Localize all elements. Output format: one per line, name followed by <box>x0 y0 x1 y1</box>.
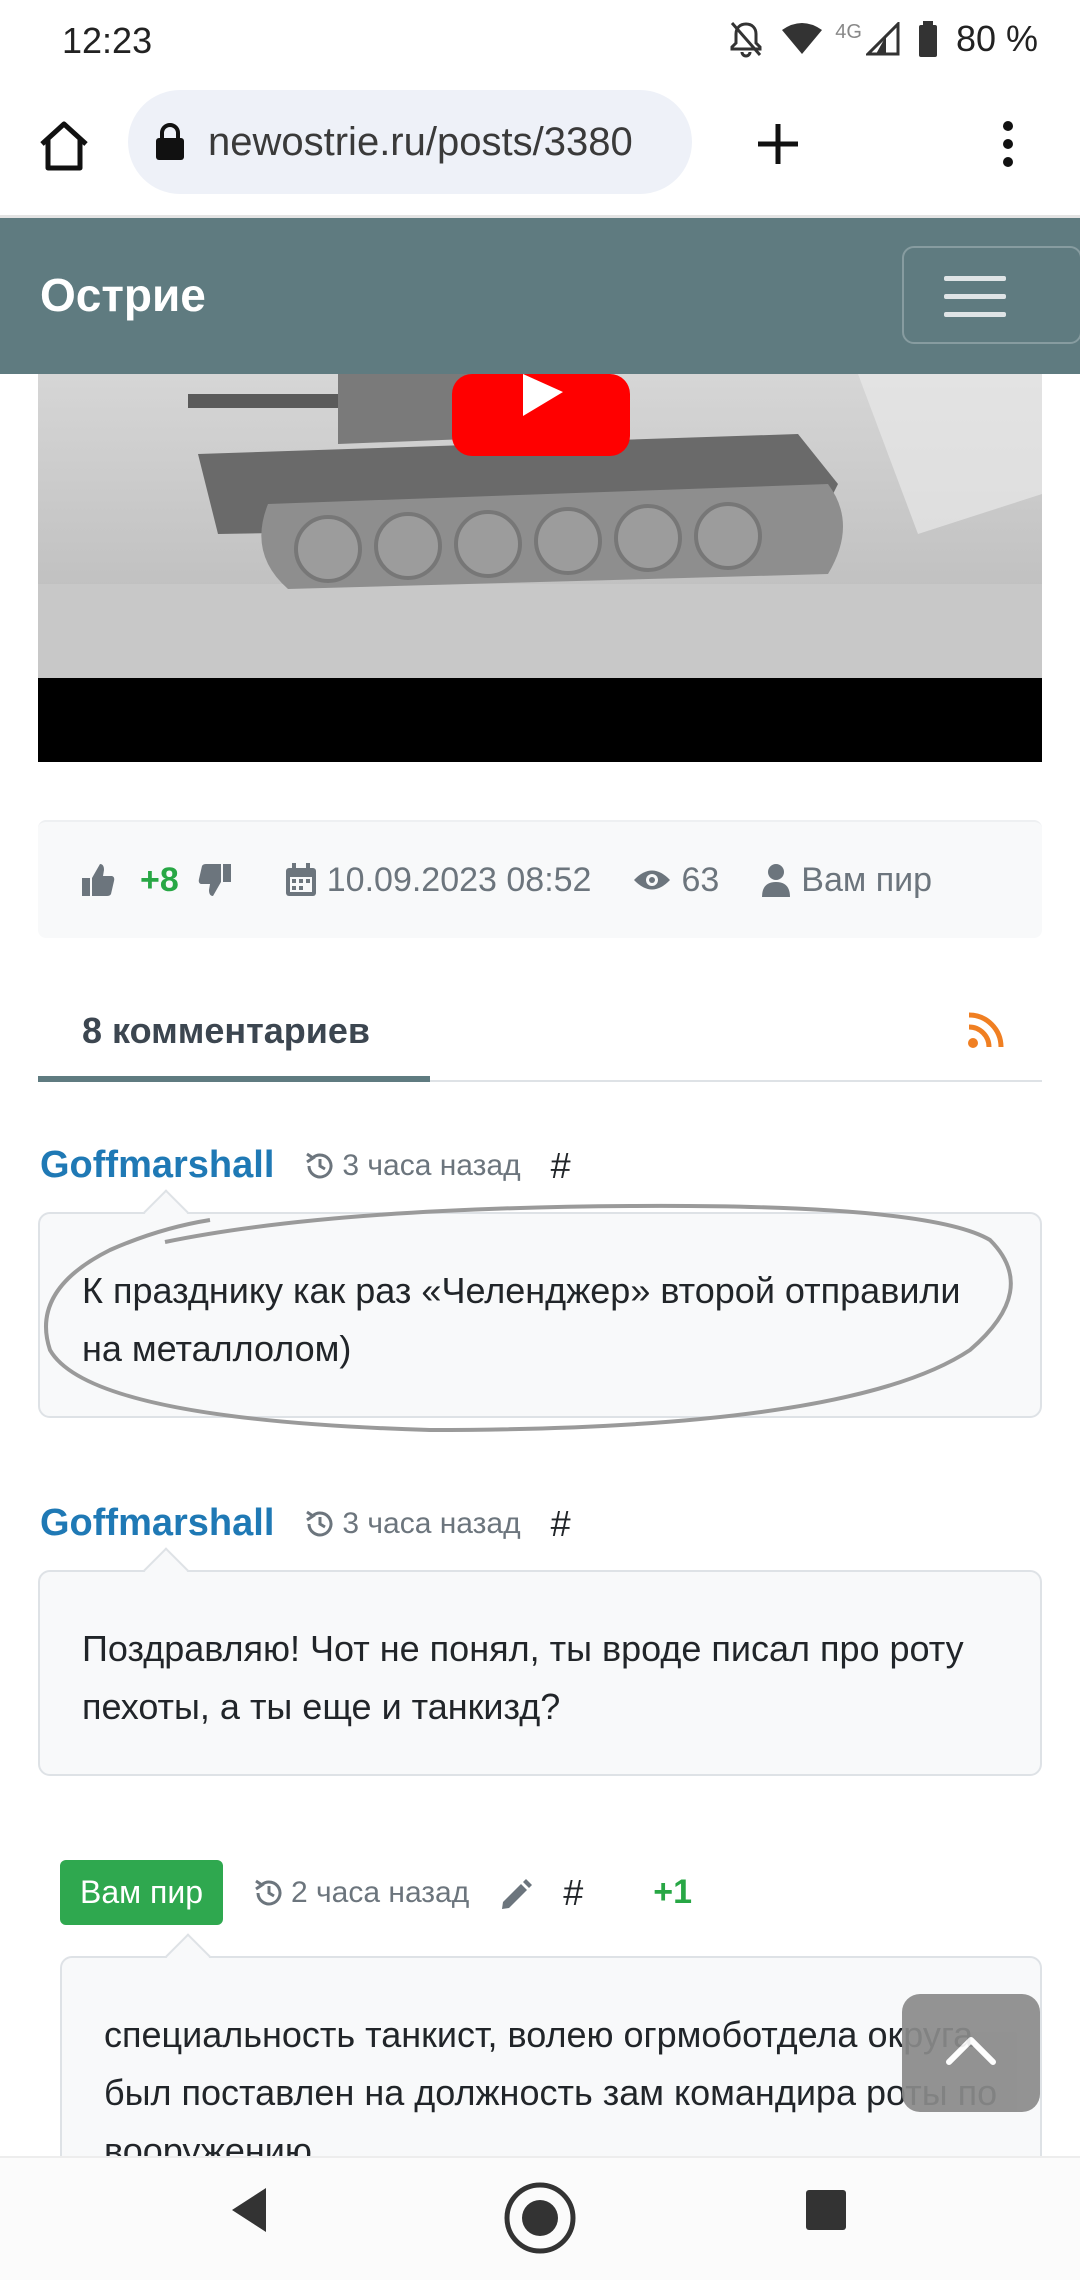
history-icon <box>306 1152 333 1178</box>
battery-level: 80 % <box>955 18 1038 59</box>
recents-icon[interactable] <box>804 2188 848 2232</box>
lock-icon <box>156 123 184 160</box>
views-block: 63 <box>633 861 719 900</box>
home-icon[interactable] <box>34 116 94 176</box>
site-navbar: Острие <box>0 218 1080 374</box>
date-block: 10.09.2023 08:52 <box>285 860 592 900</box>
comment-time: 3 часа назад <box>304 1149 521 1183</box>
history-icon <box>255 1879 282 1905</box>
comment-author-badge[interactable]: Вам пир <box>60 1860 224 1925</box>
calendar-icon <box>285 863 316 896</box>
comment-text: К празднику как раз «Челенджер» второй о… <box>82 1270 961 1369</box>
comment-header: Goffmarshall 3 часа назад # <box>40 1144 641 1187</box>
rating-block: +8 <box>80 861 243 900</box>
scroll-to-top-button[interactable] <box>902 1994 1040 2112</box>
comment-time: 2 часа назад <box>253 1876 469 1910</box>
video-player[interactable] <box>38 374 1042 762</box>
system-navigation-bar <box>0 2156 1080 2280</box>
notifications-off-icon <box>730 22 762 58</box>
network-type: 4G <box>835 20 862 43</box>
pencil-icon[interactable] <box>499 1876 533 1910</box>
comment-author[interactable]: Goffmarshall <box>40 1144 274 1187</box>
rating-score: +8 <box>140 860 179 899</box>
user-icon <box>762 864 791 897</box>
thumbs-down-icon[interactable] <box>197 862 233 898</box>
chevron-up-icon <box>946 2037 996 2065</box>
comment-permalink[interactable]: # <box>563 1872 583 1914</box>
comments-tabs: 8 комментариев <box>38 990 1042 1082</box>
comment-text: специальность танкист, волею огрмоботдел… <box>104 2014 998 2171</box>
comment-header: Goffmarshall 3 часа назад # <box>40 1502 641 1545</box>
tab-comments[interactable]: 8 комментариев <box>38 990 430 1082</box>
video-thumbnail <box>38 374 1042 678</box>
comment-author[interactable]: Goffmarshall <box>40 1502 274 1545</box>
comment-permalink[interactable]: # <box>551 1145 571 1187</box>
comment-body: Поздравляю! Чот не понял, ты вроде писал… <box>38 1570 1042 1776</box>
address-bar[interactable]: newostrie.ru/posts/3380 <box>128 90 692 194</box>
navbar-toggle-button[interactable] <box>902 246 1080 344</box>
thumbs-up-icon[interactable] <box>80 862 116 898</box>
status-bar: 12:23 4G 80 % <box>0 0 1080 84</box>
eye-icon <box>634 870 671 890</box>
battery-icon <box>918 21 937 57</box>
status-icons: 4G 80 % <box>729 18 1038 60</box>
history-icon <box>306 1510 333 1536</box>
comment-time: 3 часа назад <box>304 1507 521 1541</box>
comment-body: К празднику как раз «Челенджер» второй о… <box>38 1212 1042 1418</box>
author-block: Вам пир <box>761 861 932 900</box>
comment-text: Поздравляю! Чот не понял, ты вроде писал… <box>82 1628 964 1727</box>
rss-icon[interactable] <box>966 1010 1006 1050</box>
wifi-icon <box>782 23 823 54</box>
more-menu-icon[interactable] <box>988 114 1028 174</box>
tab-comments-label: 8 комментариев <box>82 1010 371 1051</box>
post-meta: +8 10.09.2023 08:52 63 Вам пир <box>38 820 1042 938</box>
new-tab-icon[interactable] <box>748 114 808 174</box>
site-brand[interactable]: Острие <box>40 268 206 322</box>
home-circle-icon[interactable] <box>502 2180 578 2256</box>
comment-header: Вам пир 2 часа назад # +1 <box>60 1860 692 1925</box>
post-author[interactable]: Вам пир <box>801 861 932 900</box>
comment-permalink[interactable]: # <box>551 1503 571 1545</box>
back-icon[interactable] <box>226 2184 270 2236</box>
post-date: 10.09.2023 08:52 <box>326 860 592 899</box>
signal-icon <box>865 22 900 56</box>
url-text[interactable]: newostrie.ru/posts/3380 <box>208 120 633 165</box>
views-count: 63 <box>681 860 720 899</box>
status-time: 12:23 <box>62 20 153 61</box>
comment-score: +1 <box>653 1873 693 1911</box>
browser-toolbar: newostrie.ru/posts/3380 <box>0 84 1080 218</box>
